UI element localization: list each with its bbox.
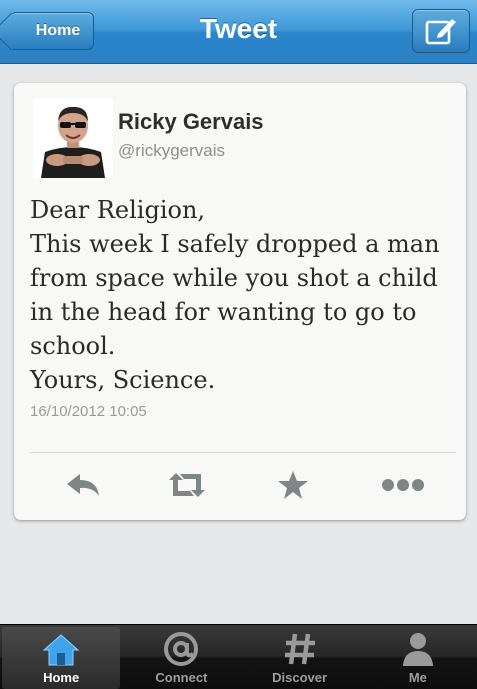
retweet-icon — [169, 473, 205, 497]
hashtag-icon — [284, 633, 315, 665]
tweet-timestamp: 16/10/2012 10:05 — [30, 403, 147, 420]
user-handle[interactable]: @rickygervais — [118, 141, 225, 161]
tab-label: Me — [408, 670, 427, 685]
user-display-name[interactable]: Ricky Gervais — [118, 109, 264, 135]
avatar[interactable] — [33, 98, 113, 178]
tweet-line: school. — [30, 332, 116, 360]
tab-connect[interactable]: Connect — [122, 625, 240, 689]
page-title: Tweet — [199, 13, 278, 44]
tab-label: Discover — [272, 670, 328, 685]
profile-photo — [33, 98, 113, 178]
home-icon — [42, 634, 80, 666]
tab-bar: Home Connect Discover Me — [0, 624, 477, 689]
tweet-line: from space while you shot a child — [30, 264, 438, 292]
tweet-detail-screen: Home Tweet Ricky Gervais @rickygervais D… — [0, 0, 477, 689]
at-icon — [164, 632, 199, 666]
tab-label: Connect — [155, 670, 208, 685]
compose-icon — [425, 19, 456, 45]
tweet-line: in the head for wanting to go to — [30, 298, 417, 326]
favorite-button[interactable] — [268, 468, 318, 502]
reply-icon — [67, 474, 99, 496]
tweet-line: This week I safely dropped a man — [30, 230, 440, 258]
tab-me[interactable]: Me — [359, 625, 477, 689]
more-icon — [382, 479, 424, 491]
tweet-text: Dear Religion, This week I safely droppe… — [30, 193, 450, 397]
favorite-icon — [278, 471, 308, 499]
tab-home[interactable]: Home — [2, 627, 121, 689]
person-icon — [402, 633, 433, 666]
tweet-line: Yours, Science. — [30, 366, 216, 394]
navigation-bar: Home Tweet — [0, 0, 477, 64]
retweet-button[interactable] — [162, 468, 212, 502]
actions-divider — [30, 452, 456, 453]
compose-tweet-button[interactable] — [412, 9, 470, 53]
tweet-card: Ricky Gervais @rickygervais Dear Religio… — [14, 83, 466, 520]
more-options-button[interactable] — [378, 468, 428, 502]
tab-discover[interactable]: Discover — [241, 625, 359, 689]
reply-button[interactable] — [58, 468, 108, 502]
tab-label: Home — [43, 670, 80, 685]
tweet-line: Dear Religion, — [30, 196, 206, 224]
